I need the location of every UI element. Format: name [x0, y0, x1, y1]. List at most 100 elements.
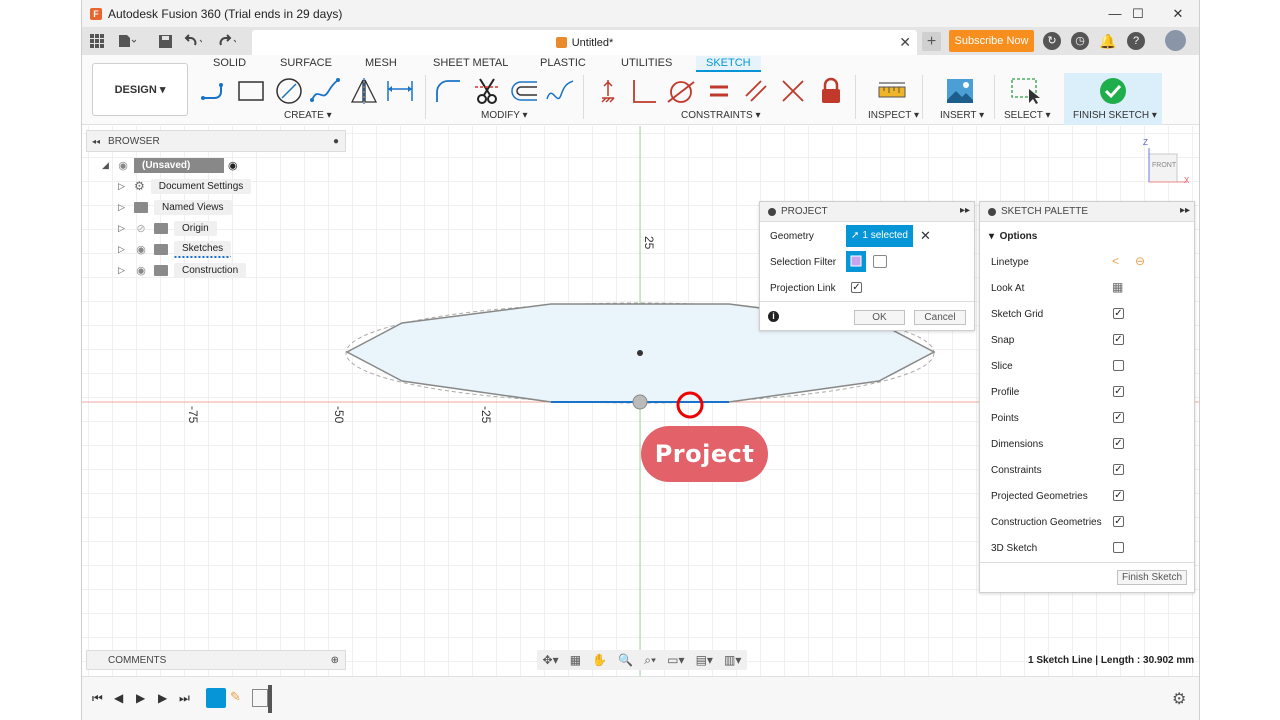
select-window-icon[interactable] [1010, 75, 1042, 107]
tree-item-origin[interactable]: ▷ ⊘ Origin [118, 219, 217, 237]
save-icon[interactable] [156, 32, 174, 50]
tree-item-construction[interactable]: ▷ ◉ Construction [118, 261, 247, 279]
trim-scissors-icon[interactable] [471, 75, 503, 107]
viewports-icon[interactable]: ▥▾ [724, 653, 741, 667]
activate-radio-icon[interactable]: ◉ [228, 159, 238, 172]
spline-edit-icon[interactable] [544, 75, 576, 107]
slice-checkbox[interactable] [1113, 360, 1124, 371]
user-avatar[interactable] [1165, 30, 1186, 51]
clear-selection-icon[interactable]: ✕ [920, 228, 931, 244]
timeline-settings-gear-icon[interactable]: ⚙ [1172, 689, 1186, 709]
tree-item-sketches[interactable]: ▷ ◉ Sketches [118, 240, 232, 258]
insert-group-menu[interactable]: INSERT ▾ [940, 110, 984, 121]
visibility-eye-icon[interactable]: ◉ [134, 243, 148, 256]
go-to-start-icon[interactable]: ⏮ [92, 691, 103, 706]
job-status-icon[interactable]: ◷ [1071, 32, 1089, 50]
constraints-group-menu[interactable]: CONSTRAINTS ▾ [681, 110, 760, 121]
collapse-panel-icon[interactable]: ◂◂ [92, 137, 100, 146]
select-group-menu[interactable]: SELECT ▾ [1004, 110, 1051, 121]
finish-sketch-check-icon[interactable] [1097, 75, 1129, 107]
profile-checkbox[interactable]: ✓ [1113, 386, 1124, 397]
file-menu-icon[interactable] [118, 32, 136, 50]
expand-arrow-icon[interactable]: ▷ [118, 223, 128, 234]
orbit-icon[interactable]: ✥▾ [543, 653, 559, 667]
circle-tool-icon[interactable] [273, 75, 305, 107]
3d-sketch-checkbox[interactable] [1113, 542, 1124, 553]
timeline-marker[interactable] [268, 685, 272, 713]
projection-link-checkbox[interactable]: ✓ [851, 282, 862, 293]
fix-constraint-lock-icon[interactable] [815, 75, 847, 107]
comments-panel[interactable]: COMMENTS ⊕ [86, 650, 346, 670]
modify-group-menu[interactable]: MODIFY ▾ [481, 110, 528, 121]
insert-image-icon[interactable] [944, 75, 976, 107]
options-section-toggle[interactable]: ▾ Options [989, 231, 1037, 242]
look-at-calendar-icon[interactable]: ▦ [1112, 280, 1123, 294]
timeline-pencil-feature-icon[interactable]: ✎ [230, 689, 246, 707]
display-settings-icon[interactable]: ▭▾ [667, 653, 684, 667]
document-tab[interactable]: Untitled* ✕ [252, 30, 917, 55]
expand-dialog-icon[interactable]: ▸▸ [960, 205, 970, 216]
construction-geometries-checkbox[interactable]: ✓ [1113, 516, 1124, 527]
extensions-icon[interactable]: ↻ [1043, 32, 1061, 50]
go-to-end-icon[interactable]: ⏭ [179, 691, 190, 706]
zoom-window-icon[interactable]: ⌕▾ [644, 653, 656, 668]
tab-sheet-metal[interactable]: SHEET METAL [433, 56, 508, 72]
add-comment-icon[interactable]: ⊕ [331, 655, 339, 666]
timeline-edit-feature-icon[interactable] [252, 689, 268, 707]
help-icon[interactable]: ? [1127, 32, 1145, 50]
points-checkbox[interactable]: ✓ [1113, 412, 1124, 423]
look-at-icon[interactable]: ▦ [570, 653, 581, 667]
perpendicular-constraint-icon[interactable] [628, 75, 660, 107]
subscribe-now-button[interactable]: Subscribe Now [949, 30, 1034, 52]
pan-hand-icon[interactable]: ✋ [592, 653, 607, 667]
tab-utilities[interactable]: UTILITIES [621, 56, 672, 72]
tab-solid[interactable]: SOLID [213, 56, 246, 72]
offset-tool-icon[interactable] [508, 75, 540, 107]
new-tab-button[interactable]: + [922, 32, 941, 51]
step-back-icon[interactable]: ◀ [114, 691, 123, 705]
snap-checkbox[interactable]: ✓ [1113, 334, 1124, 345]
spline-tool-icon[interactable] [309, 75, 341, 107]
dimension-tool-icon[interactable] [384, 75, 416, 107]
finish-sketch-button[interactable]: Finish Sketch [1117, 570, 1187, 585]
tangent-constraint-icon[interactable] [665, 75, 697, 107]
coincident-constraint-icon[interactable] [592, 75, 624, 107]
sketch-grid-checkbox[interactable]: ✓ [1113, 308, 1124, 319]
tab-surface[interactable]: SURFACE [280, 56, 332, 72]
close-window-button[interactable]: ✕ [1155, 0, 1199, 27]
expand-arrow-icon[interactable]: ▷ [118, 181, 128, 192]
filter-bodies-button[interactable] [873, 255, 887, 268]
view-cube[interactable]: Z X FRONT [1143, 138, 1189, 185]
rectangle-tool-icon[interactable] [235, 75, 267, 107]
projected-geometries-checkbox[interactable]: ✓ [1113, 490, 1124, 501]
measure-ruler-icon[interactable] [876, 75, 908, 107]
collapse-arrow-icon[interactable]: ◢ [102, 160, 112, 171]
fillet-tool-icon[interactable] [432, 75, 464, 107]
project-dialog-header[interactable]: PROJECT ▸▸ [760, 202, 974, 222]
equal-constraint-icon[interactable] [703, 75, 735, 107]
panel-minus-icon[interactable]: ● [333, 136, 339, 147]
mirror-tool-icon[interactable] [348, 75, 380, 107]
expand-arrow-icon[interactable]: ▷ [118, 244, 128, 255]
construction-linetype-icon[interactable]: < [1112, 254, 1119, 268]
info-icon[interactable]: i [768, 311, 779, 322]
expand-arrow-icon[interactable]: ▷ [118, 265, 128, 276]
browser-header[interactable]: ◂◂ BROWSER ● [86, 130, 346, 152]
expand-palette-icon[interactable]: ▸▸ [1180, 205, 1190, 216]
tab-mesh[interactable]: MESH [365, 56, 397, 72]
centerline-linetype-icon[interactable]: ⊖ [1135, 254, 1145, 268]
line-tool-icon[interactable] [199, 75, 231, 107]
play-icon[interactable]: ▶ [136, 691, 145, 705]
zoom-icon[interactable]: 🔍 [618, 653, 633, 667]
tree-root-unsaved[interactable]: ◢ ◉ (Unsaved) ◉ [102, 156, 238, 174]
finish-sketch-menu[interactable]: FINISH SKETCH ▾ [1073, 110, 1157, 121]
grid-menu-icon[interactable] [88, 32, 106, 50]
redo-icon[interactable] [218, 32, 236, 50]
tab-sketch[interactable]: SKETCH [696, 56, 761, 72]
visibility-eye-icon[interactable]: ◉ [116, 159, 130, 172]
tree-item-document-settings[interactable]: ▷ ⚙ Document Settings [118, 177, 252, 195]
inspect-group-menu[interactable]: INSPECT ▾ [868, 110, 919, 121]
ok-button[interactable]: OK [854, 310, 905, 325]
notifications-bell-icon[interactable]: 🔔 [1099, 32, 1117, 50]
midpoint-constraint-icon[interactable] [777, 75, 809, 107]
